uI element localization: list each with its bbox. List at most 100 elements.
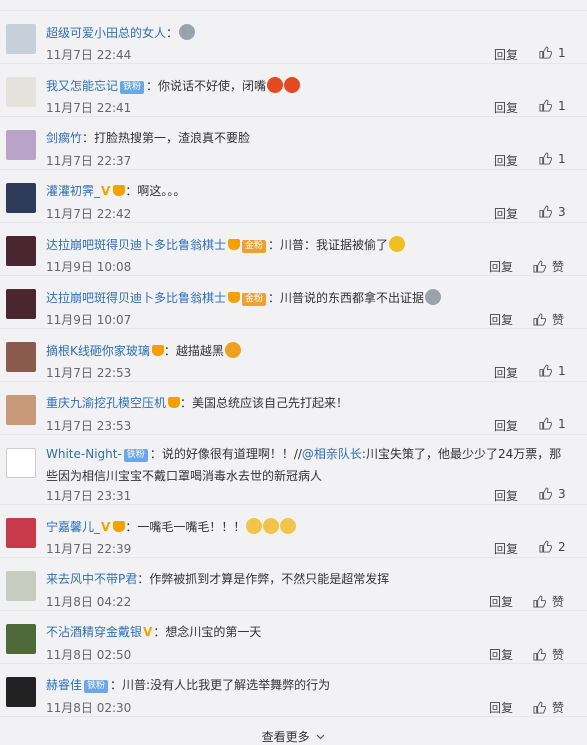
avatar[interactable] xyxy=(6,24,36,54)
avatar[interactable] xyxy=(6,77,36,107)
mention-link[interactable]: @相亲队长 xyxy=(302,447,362,461)
comment-body: ：一嘴毛一嘴毛！！！ xyxy=(125,520,246,534)
username[interactable]: 摘根K线砸你家玻璃 xyxy=(46,344,150,358)
like-button[interactable]: 1 xyxy=(539,99,566,113)
timestamp: 11月8日 02:30 xyxy=(46,701,132,715)
comment-body: ：川普:没有人比我更了解选举舞弊的行为 xyxy=(110,678,331,692)
reply-button[interactable]: 回复 xyxy=(494,540,518,557)
reply-button[interactable]: 回复 xyxy=(494,46,518,63)
thumbs-up-icon xyxy=(539,152,553,165)
like-button[interactable]: 赞 xyxy=(533,699,564,716)
avatar[interactable] xyxy=(6,448,36,478)
like-button[interactable]: 2 xyxy=(539,540,566,554)
crown-icon xyxy=(151,345,164,356)
like-button[interactable]: 3 xyxy=(539,487,566,501)
username[interactable]: 重庆九渝挖孔模空压机 xyxy=(46,396,166,410)
fan-badge: 铁粉 xyxy=(120,81,145,94)
comment-body: ：作弊被抓到才算是作弊，不然只能是超常发挥 xyxy=(137,572,390,586)
comment-body: ：美国总统应该自己先打起来！ xyxy=(180,396,349,410)
avatar[interactable] xyxy=(6,571,36,601)
thumbs-up-icon xyxy=(533,313,547,326)
username[interactable]: White-Night- xyxy=(46,447,122,461)
thumbs-up-icon xyxy=(533,701,547,714)
avatar[interactable] xyxy=(6,130,36,160)
like-button[interactable]: 3 xyxy=(539,205,566,219)
view-more-label: 查看更多 xyxy=(261,730,310,744)
like-button[interactable]: 1 xyxy=(539,152,566,166)
username[interactable]: 达拉崩吧斑得贝迪卜多比鲁翁棋士 xyxy=(46,291,226,305)
like-button[interactable]: 赞 xyxy=(533,258,564,275)
reply-button[interactable]: 回复 xyxy=(494,417,518,434)
comment-body: ：你说话不好使，闭嘴 xyxy=(146,79,267,93)
thumbs-up-icon xyxy=(539,417,553,430)
thumbs-up-icon xyxy=(533,595,547,608)
thumbs-up-icon xyxy=(539,364,553,377)
comment-body: ：川普说的东西都拿不出证据 xyxy=(268,291,425,305)
reply-button[interactable]: 回复 xyxy=(494,99,518,116)
reply-button[interactable]: 回复 xyxy=(489,646,513,663)
like-button[interactable]: 1 xyxy=(539,364,566,378)
timestamp: 11月8日 04:22 xyxy=(46,595,132,609)
username[interactable]: 达拉崩吧斑得贝迪卜多比鲁翁棋士 xyxy=(46,238,226,252)
thumbs-up-icon xyxy=(539,99,553,112)
like-button[interactable]: 1 xyxy=(539,46,566,60)
like-button[interactable]: 赞 xyxy=(533,593,564,610)
comment-item-partial xyxy=(0,0,587,11)
comment-item: 不沾酒精穿金戴银V：想念川宝的第一天 11月8日 02:50 回复 赞 xyxy=(0,611,587,664)
reply-button[interactable]: 回复 xyxy=(494,152,518,169)
emoji-icon xyxy=(179,24,196,40)
avatar[interactable] xyxy=(6,183,36,213)
thumbs-up-icon xyxy=(539,46,553,59)
comment-text: 摘根K线砸你家玻璃 ：越描越黑 xyxy=(46,342,577,360)
avatar[interactable] xyxy=(6,677,36,707)
avatar[interactable] xyxy=(6,289,36,319)
username[interactable]: 来去风中不带P君 xyxy=(46,572,137,586)
comment-item: 达拉崩吧斑得贝迪卜多比鲁翁棋士 金粉 ：川普说的东西都拿不出证据 11月9日 10:… xyxy=(0,276,587,329)
username[interactable]: 灌灌初霁_ xyxy=(46,184,100,198)
thumbs-up-icon xyxy=(533,260,547,273)
like-button[interactable]: 1 xyxy=(539,417,566,431)
dog-emoji-icon xyxy=(263,518,280,534)
avatar[interactable] xyxy=(6,342,36,372)
reply-button[interactable]: 回复 xyxy=(489,311,513,328)
fan-badge: 金粉 xyxy=(242,293,267,306)
like-label: 赞 xyxy=(552,595,565,609)
comment-text: 来去风中不带P君：作弊被抓到才算是作弊，不然只能是超常发挥 xyxy=(46,571,577,588)
verified-v-icon: V xyxy=(101,520,111,534)
comment-item: White-Night- 铁粉 ：说的好像很有道理啊！！//@相亲队长:川宝失策了，… xyxy=(0,435,587,505)
reply-button[interactable]: 回复 xyxy=(494,487,518,504)
verified-v-icon: V xyxy=(143,625,153,639)
like-count: 3 xyxy=(558,487,566,501)
reply-button[interactable]: 回复 xyxy=(489,699,513,716)
view-more-button[interactable]: 查看更多 xyxy=(0,728,587,745)
reply-button[interactable]: 回复 xyxy=(494,364,518,381)
timestamp: 11月9日 10:07 xyxy=(46,313,132,327)
username[interactable]: 赫睿佳 xyxy=(46,678,82,692)
reply-button[interactable]: 回复 xyxy=(494,205,518,222)
username[interactable]: 宁嘉馨儿_ xyxy=(46,520,100,534)
comment-text: 不沾酒精穿金戴银V：想念川宝的第一天 xyxy=(46,624,577,641)
timestamp: 11月7日 23:31 xyxy=(46,489,132,503)
avatar[interactable] xyxy=(6,624,36,654)
username[interactable]: 不沾酒精穿金戴银 xyxy=(46,625,142,639)
reply-button[interactable]: 回复 xyxy=(489,258,513,275)
like-button[interactable]: 赞 xyxy=(533,311,564,328)
reply-button[interactable]: 回复 xyxy=(489,593,513,610)
avatar[interactable] xyxy=(6,518,36,548)
username[interactable]: 超级可爱小田总的女人 xyxy=(46,26,166,40)
like-button[interactable]: 赞 xyxy=(533,646,564,663)
avatar[interactable] xyxy=(6,395,36,425)
emoji-icon xyxy=(425,289,442,305)
comment-item: 超级可爱小田总的女人： 11月7日 22:44 回复 1 xyxy=(0,11,587,64)
timestamp: 11月7日 22:53 xyxy=(46,366,132,380)
comment-item: 宁嘉馨儿_V ：一嘴毛一嘴毛！！！ 11月7日 22:39 回复 2 xyxy=(0,505,587,558)
timestamp: 11月9日 10:08 xyxy=(46,260,132,274)
username[interactable]: 我又怎能忘记 xyxy=(46,79,118,93)
username[interactable]: 剑瘸竹 xyxy=(46,131,82,145)
crown-icon xyxy=(113,185,126,196)
comment-body: ：川普：我证据被偷了 xyxy=(268,238,389,252)
crown-icon xyxy=(168,397,181,408)
avatar[interactable] xyxy=(6,236,36,266)
verified-v-icon: V xyxy=(101,184,111,198)
angry-emoji-icon xyxy=(284,77,301,93)
